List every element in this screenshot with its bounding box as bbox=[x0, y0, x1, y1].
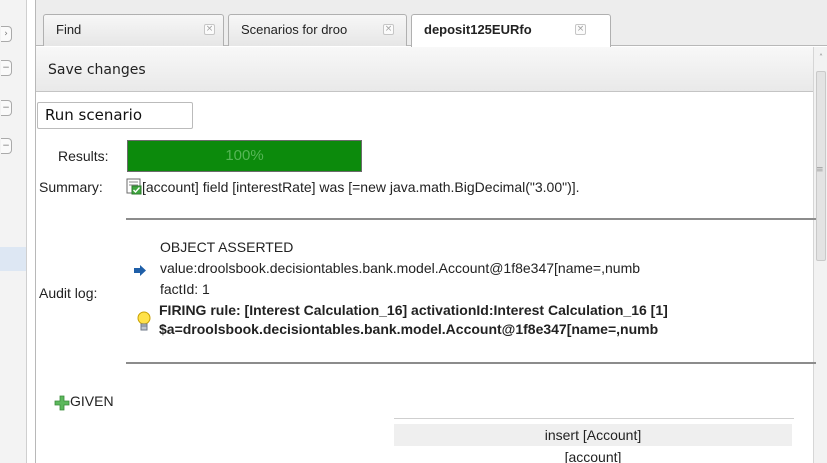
scroll-up-icon[interactable]: ˄ bbox=[815, 53, 827, 67]
binding-text: $a=droolsbook.decisiontables.bank.model.… bbox=[159, 321, 659, 337]
table-header: insert [Account] bbox=[394, 424, 792, 446]
tab-scenarios[interactable]: Scenarios for droo × bbox=[228, 14, 407, 46]
given-label: GIVEN bbox=[70, 393, 114, 409]
selected-tree-item[interactable] bbox=[0, 247, 26, 271]
grip-icon: ≡ bbox=[816, 165, 824, 175]
strip-button-1[interactable]: − bbox=[1, 60, 12, 76]
checklist-icon bbox=[126, 178, 142, 195]
results-progress-bar: 100% bbox=[127, 140, 362, 172]
results-label: Results: bbox=[58, 148, 109, 164]
table-divider bbox=[394, 418, 794, 419]
left-panel-strip: › − − − bbox=[0, 0, 27, 463]
arrow-right-icon bbox=[134, 265, 146, 276]
vertical-scrollbar[interactable]: ˄ ≡ bbox=[813, 47, 827, 463]
close-icon[interactable]: × bbox=[383, 24, 394, 35]
table-cell[interactable]: [account] bbox=[394, 449, 792, 463]
firing-rule-text: FIRING rule: [Interest Calculation_16] a… bbox=[159, 302, 668, 318]
strip-button-3[interactable]: − bbox=[1, 138, 12, 154]
tab-label: deposit125EURfo bbox=[424, 22, 532, 37]
asserted-value-text: value:droolsbook.decisiontables.bank.mod… bbox=[160, 260, 641, 276]
close-icon[interactable]: × bbox=[575, 24, 586, 35]
object-asserted-text: OBJECT ASSERTED bbox=[160, 239, 294, 255]
strip-button-2[interactable]: − bbox=[1, 100, 12, 116]
summary-text: [account] field [interestRate] was [=new… bbox=[142, 179, 580, 195]
audit-log-label: Audit log: bbox=[39, 285, 98, 301]
tab-label: Scenarios for droo bbox=[241, 22, 348, 37]
add-plus-icon[interactable] bbox=[54, 395, 70, 411]
run-scenario-button[interactable]: Run scenario bbox=[37, 102, 193, 129]
tab-find[interactable]: Find × bbox=[43, 14, 224, 46]
toolbar: Save changes bbox=[36, 47, 813, 92]
collapse-arrow-icon[interactable]: › bbox=[1, 26, 12, 42]
scenario-content: Run scenario Results: 100% Summary: [acc… bbox=[36, 93, 816, 463]
progress-text: 100% bbox=[225, 147, 264, 164]
close-icon[interactable]: × bbox=[204, 24, 215, 35]
fact-id-text: factId: 1 bbox=[160, 281, 210, 297]
lightbulb-icon bbox=[137, 311, 151, 331]
save-changes-button[interactable]: Save changes bbox=[48, 62, 146, 78]
editor-frame: Find × Scenarios for droo × deposit125EU… bbox=[35, 0, 827, 463]
divider bbox=[126, 362, 816, 364]
tab-bar: Find × Scenarios for droo × deposit125EU… bbox=[36, 0, 827, 47]
summary-label: Summary: bbox=[39, 179, 103, 195]
tab-deposit-scenario[interactable]: deposit125EURfo × bbox=[411, 14, 611, 47]
tab-label: Find bbox=[56, 22, 82, 37]
divider bbox=[126, 218, 816, 220]
